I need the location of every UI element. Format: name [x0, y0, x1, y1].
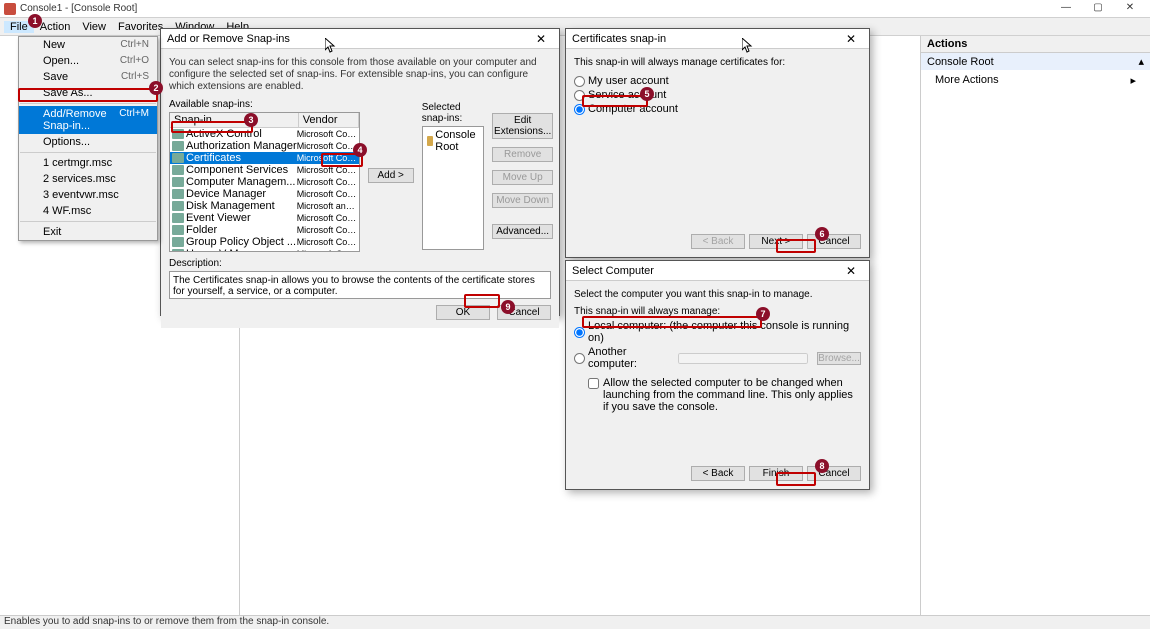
close-icon[interactable]: ✕: [529, 32, 553, 46]
close-button[interactable]: ✕: [1114, 2, 1146, 16]
snapin-icon: [172, 201, 184, 211]
menu-recent-1[interactable]: 1 certmgr.msc: [19, 155, 157, 171]
ok-button[interactable]: OK: [436, 305, 490, 320]
add-remove-snapins-dialog: Add or Remove Snap-ins ✕ You can select …: [160, 28, 560, 316]
maximize-button[interactable]: ▢: [1082, 2, 1114, 16]
chevron-right-icon: ▸: [1130, 74, 1136, 87]
menu-action[interactable]: Action: [34, 21, 77, 33]
menu-view[interactable]: View: [76, 21, 112, 33]
snapin-row[interactable]: Group Policy Object ...Microsoft Cor...: [170, 236, 359, 248]
snapin-icon: [172, 141, 184, 151]
certificates-snapin-dialog: Certificates snap-in ✕ This snap-in will…: [565, 28, 870, 258]
selected-snapins-list[interactable]: Console Root: [422, 126, 484, 250]
status-bar: Enables you to add snap-ins to or remove…: [0, 615, 1150, 629]
snapin-row[interactable]: Disk ManagementMicrosoft and...: [170, 200, 359, 212]
snapin-icon: [172, 213, 184, 223]
menu-recent-2[interactable]: 2 services.msc: [19, 171, 157, 187]
finish-button[interactable]: Finish: [749, 466, 803, 481]
radio-computer-account[interactable]: Computer account: [574, 102, 861, 116]
col-snapin[interactable]: Snap-in: [170, 113, 299, 127]
allow-change-checkbox[interactable]: Allow the selected computer to be change…: [574, 377, 861, 413]
col-vendor[interactable]: Vendor: [299, 113, 359, 127]
snapin-row[interactable]: CertificatesMicrosoft Cor...: [170, 152, 359, 164]
chevron-up-icon: ▴: [1138, 55, 1144, 68]
back-button: < Back: [691, 234, 745, 249]
snapin-row[interactable]: ActiveX ControlMicrosoft Cor...: [170, 128, 359, 140]
radio-user-account[interactable]: My user account: [574, 74, 861, 88]
dialog-title: Add or Remove Snap-ins: [167, 33, 529, 45]
advanced-button[interactable]: Advanced...: [492, 224, 553, 239]
dialog-intro: You can select snap-ins for this console…: [169, 57, 551, 93]
snapin-row[interactable]: Hyper-V ManagerMicrosoft Cor...: [170, 248, 359, 252]
menu-exit[interactable]: Exit: [19, 224, 157, 240]
back-button[interactable]: < Back: [691, 466, 745, 481]
snapin-icon: [172, 225, 184, 235]
actions-header: Actions: [921, 36, 1150, 53]
snapin-row[interactable]: FolderMicrosoft Cor...: [170, 224, 359, 236]
menu-save[interactable]: SaveCtrl+S: [19, 69, 157, 85]
menu-new[interactable]: NewCtrl+N: [19, 37, 157, 53]
radio-service-account[interactable]: Service account: [574, 88, 861, 102]
menu-open[interactable]: Open...Ctrl+O: [19, 53, 157, 69]
select-computer-dialog: Select Computer ✕ Select the computer yo…: [565, 260, 870, 490]
actions-pane: Actions Console Root ▴ More Actions ▸: [920, 36, 1150, 615]
edit-extensions-button[interactable]: Edit Extensions...: [492, 113, 553, 139]
menu-recent-3[interactable]: 3 eventvwr.msc: [19, 187, 157, 203]
menu-saveas[interactable]: Save As...: [19, 85, 157, 101]
folder-icon: [427, 136, 434, 146]
titlebar: Console1 - [Console Root] — ▢ ✕: [0, 0, 1150, 18]
description-text: The Certificates snap-in allows you to b…: [169, 271, 551, 299]
menu-file[interactable]: File: [4, 21, 34, 33]
cancel-button[interactable]: Cancel: [807, 466, 861, 481]
snapin-icon: [172, 189, 184, 199]
move-down-button: Move Down: [492, 193, 553, 208]
close-icon[interactable]: ✕: [839, 32, 863, 46]
snapin-icon: [172, 153, 184, 163]
file-menu-dropdown: NewCtrl+N Open...Ctrl+O SaveCtrl+S Save …: [18, 36, 158, 241]
dialog-title: Certificates snap-in: [572, 33, 839, 45]
add-button[interactable]: Add >: [368, 168, 414, 183]
description-label: Description:: [169, 258, 551, 269]
radio-local-computer[interactable]: Local computer: (the computer this conso…: [574, 319, 861, 345]
snapin-icon: [172, 165, 184, 175]
move-up-button: Move Up: [492, 170, 553, 185]
snapin-row[interactable]: Computer Managem...Microsoft Cor...: [170, 176, 359, 188]
browse-button: Browse...: [817, 352, 861, 365]
remove-button: Remove: [492, 147, 553, 162]
select-intro: Select the computer you want this snap-i…: [574, 289, 861, 300]
snapin-icon: [172, 129, 184, 139]
snapin-row[interactable]: Event ViewerMicrosoft Cor...: [170, 212, 359, 224]
snapin-icon: [172, 177, 184, 187]
window-title: Console1 - [Console Root]: [20, 3, 1050, 14]
snapin-icon: [172, 237, 184, 247]
actions-subheader[interactable]: Console Root ▴: [921, 53, 1150, 70]
menu-add-remove-snapin[interactable]: Add/Remove Snap-in...Ctrl+M: [19, 106, 157, 134]
menu-options[interactable]: Options...: [19, 134, 157, 150]
dialog-title: Select Computer: [572, 265, 839, 277]
selected-snapins-label: Selected snap-ins:: [422, 102, 484, 124]
menu-recent-4[interactable]: 4 WF.msc: [19, 203, 157, 219]
snapin-row[interactable]: Authorization ManagerMicrosoft Cor...: [170, 140, 359, 152]
radio-another-computer[interactable]: Another computer: Browse...: [574, 345, 861, 371]
next-button[interactable]: Next >: [749, 234, 803, 249]
minimize-button[interactable]: —: [1050, 2, 1082, 16]
available-snapins-label: Available snap-ins:: [169, 99, 360, 110]
more-actions[interactable]: More Actions ▸: [921, 70, 1150, 90]
snapin-row[interactable]: Device ManagerMicrosoft Cor...: [170, 188, 359, 200]
snapin-icon: [172, 249, 184, 252]
close-icon[interactable]: ✕: [839, 264, 863, 278]
mmc-icon: [4, 3, 16, 15]
selected-console-root[interactable]: Console Root: [425, 129, 481, 153]
manage-label: This snap-in will always manage:: [574, 306, 861, 317]
snapin-row[interactable]: Component ServicesMicrosoft Cor...: [170, 164, 359, 176]
cancel-button[interactable]: Cancel: [497, 305, 551, 320]
cancel-button[interactable]: Cancel: [807, 234, 861, 249]
available-snapins-list[interactable]: Snap-in Vendor ActiveX ControlMicrosoft …: [169, 112, 360, 252]
computer-name-field[interactable]: [678, 353, 808, 364]
cert-intro: This snap-in will always manage certific…: [574, 57, 861, 68]
